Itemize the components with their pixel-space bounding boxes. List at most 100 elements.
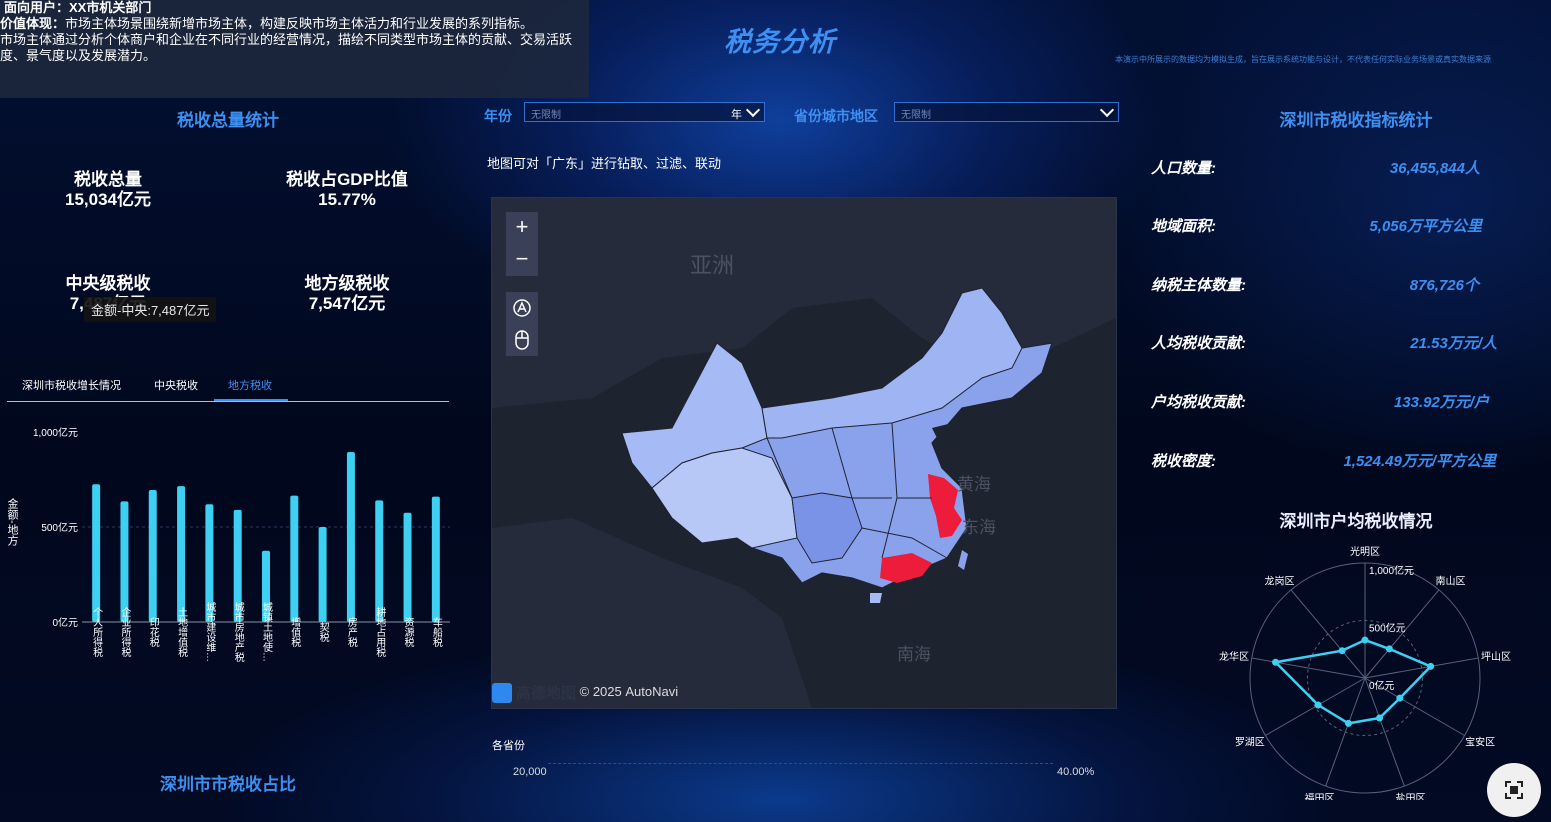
- bar-y-tick-label: 0亿元: [52, 616, 78, 629]
- chevron-down-icon: [1099, 102, 1115, 118]
- bar-x-tick-label: 企业所得税: [119, 606, 131, 658]
- radar-point[interactable]: [1427, 662, 1435, 670]
- stat-label: 中央级税收: [65, 274, 151, 293]
- fullscreen-button[interactable]: [1487, 763, 1541, 817]
- radar-point[interactable]: [1396, 694, 1404, 702]
- radar-axis-label: 福田区: [1305, 791, 1335, 800]
- bar-x-tick-label: 土地增值税: [176, 606, 188, 658]
- radar-point[interactable]: [1344, 719, 1352, 727]
- china-map[interactable]: + − 亚洲 黄海 东海 南海 高德地图 © 2025 AutoNavi: [491, 197, 1117, 709]
- bar[interactable]: [318, 527, 327, 622]
- bar[interactable]: [375, 500, 384, 622]
- region-select[interactable]: 无限制: [894, 102, 1119, 122]
- year-select[interactable]: 无限制 年: [524, 102, 765, 122]
- zoom-in-button[interactable]: +: [506, 212, 538, 244]
- bar[interactable]: [290, 495, 299, 622]
- info-user-line: 面向用户：XX市机关部门: [4, 0, 152, 15]
- indicator-area-value: 5,056万平方公里: [1369, 218, 1482, 235]
- map-canvas: [492, 198, 1116, 708]
- stat-value: 15.77%: [318, 190, 376, 209]
- city-indicator-title: 深圳市税收指标统计: [1279, 111, 1433, 130]
- bar[interactable]: [403, 512, 412, 622]
- mouse-icon: [515, 330, 529, 350]
- radar-point[interactable]: [1314, 701, 1322, 709]
- radar-axis-label: 罗湖区: [1235, 737, 1265, 749]
- bar-y-tick-label: 1,000亿元: [33, 426, 78, 439]
- year-unit: 年: [731, 109, 742, 121]
- map-footer-left-value: 20,000: [513, 766, 547, 778]
- radar-tick-label: 0亿元: [1369, 679, 1395, 692]
- radar-point[interactable]: [1338, 647, 1346, 655]
- map-note: 地图可对「广东」进行钻取、过滤、联动: [487, 156, 722, 171]
- radar-axis: [1325, 677, 1366, 787]
- fullscreen-icon: [1505, 781, 1523, 799]
- radar-axis-label: 南山区: [1435, 575, 1465, 588]
- mouse-mode-button[interactable]: [506, 324, 538, 356]
- indicator-per-household-value: 133.92万元/户: [1393, 394, 1489, 411]
- tab-growth[interactable]: 深圳市税收增长情况: [22, 377, 121, 393]
- radar-point[interactable]: [1376, 714, 1384, 722]
- chart-tooltip: 金额-中央:7,487亿元: [84, 297, 217, 322]
- bar[interactable]: [177, 486, 186, 622]
- radar-axis: [1364, 677, 1405, 787]
- bar-x-tick-label: 车船税: [430, 616, 442, 648]
- map-footer-line: [548, 763, 1053, 764]
- indicator-per-capita-value: 21.53万元/人: [1410, 335, 1497, 352]
- map-footer-label: 各省份: [492, 740, 525, 752]
- bar[interactable]: [120, 501, 129, 622]
- stat-value: 15,034亿元: [65, 190, 151, 209]
- bar-x-tick-label: 城市建设维…: [204, 602, 216, 662]
- radar-point[interactable]: [1361, 636, 1369, 644]
- map-copyright: © 2025 AutoNavi: [579, 683, 679, 699]
- page-title: 税务分析: [724, 27, 836, 57]
- region-taiwan: [958, 550, 968, 570]
- info-panel: 面向用户：XX市机关部门 价值体现：市场主体场景围绕新增市场主体，构建反映市场主…: [0, 0, 589, 98]
- map-label-yellow-sea: 黄海: [957, 475, 991, 494]
- radar-tick-label: 1,000亿元: [1369, 564, 1414, 577]
- map-brand: 高德地图: [516, 685, 577, 702]
- tax-total-title: 税收总量统计: [177, 111, 279, 130]
- year-select-value: 无限制: [531, 110, 561, 121]
- radar-point[interactable]: [1385, 645, 1393, 653]
- bar-y-axis-label: 金额-地方: [6, 497, 19, 546]
- region-filter-label: 省份城市地区: [794, 108, 878, 124]
- bar-x-tick-label: 印花税: [147, 617, 159, 648]
- zoom-out-button[interactable]: −: [506, 244, 538, 276]
- bar-x-tick-label: 契税: [317, 621, 329, 643]
- indicator-population-label: 人口数量:: [1151, 160, 1216, 177]
- stat-label: 税收总量: [74, 170, 142, 189]
- compass-button[interactable]: [506, 292, 538, 324]
- bar[interactable]: [92, 484, 101, 622]
- bar[interactable]: [431, 496, 440, 622]
- bar-x-tick-label: 城市房地产税: [232, 602, 244, 663]
- region-hainan: [870, 593, 882, 603]
- radar-point[interactable]: [1272, 658, 1280, 666]
- info-line-3: 度、景气度以及发展潜力。: [0, 48, 157, 63]
- radar-title: 深圳市户均税收情况: [1279, 512, 1433, 531]
- radar-axis: [1251, 657, 1366, 679]
- radar-axis-label: 龙岗区: [1265, 575, 1295, 588]
- radar-axis: [1290, 589, 1366, 679]
- radar-axis-label: 盐田区: [1395, 791, 1425, 800]
- stat-total-tax: 税收总量 15,034亿元: [38, 170, 178, 210]
- tab-central-tax[interactable]: 中央税收: [154, 377, 198, 393]
- radar-axis-label: 坪山区: [1481, 650, 1511, 663]
- bar-x-tick-label: 城镇土地使…: [261, 602, 273, 662]
- bar[interactable]: [148, 489, 157, 622]
- info-line-2: 市场主体通过分析个体商户和企业在不同行业的经营情况，描绘不同类型市场主体的贡献、…: [0, 32, 573, 47]
- bar-x-tick-label: 耕地占用税: [374, 606, 386, 658]
- region-select-value: 无限制: [901, 110, 931, 121]
- indicator-population-value: 36,455,844人: [1389, 160, 1480, 177]
- stat-label: 税收占GDP比值: [286, 170, 408, 189]
- tab-local-tax[interactable]: 地方税收: [228, 377, 272, 393]
- indicator-taxpayers-value: 876,726个: [1409, 277, 1479, 294]
- radar-axis-label: 光明区: [1350, 545, 1380, 558]
- map-label-asia: 亚洲: [690, 253, 735, 278]
- map-footer-right-value: 40.00%: [1057, 766, 1095, 778]
- radar-tick-label: 500亿元: [1369, 622, 1406, 635]
- bar-x-tick-label: 资源税: [402, 617, 414, 648]
- indicator-area-label: 地域面积:: [1151, 218, 1216, 235]
- stat-value: 7,547亿元: [308, 294, 386, 313]
- bar[interactable]: [346, 451, 355, 622]
- indicator-density-value: 1,524.49万元/平方公里: [1343, 453, 1496, 470]
